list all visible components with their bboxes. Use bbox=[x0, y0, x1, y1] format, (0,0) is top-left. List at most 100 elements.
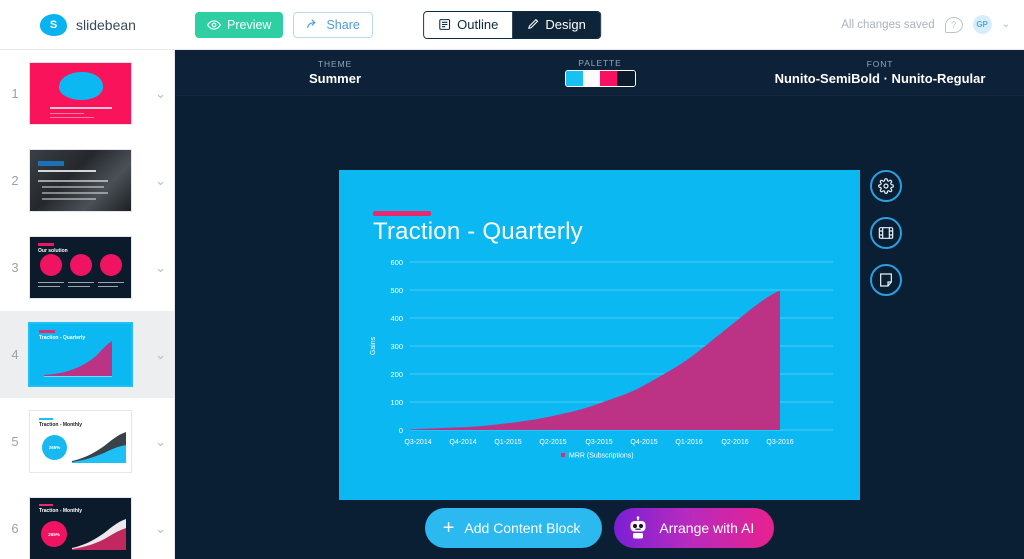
gear-icon bbox=[878, 178, 894, 194]
slide-thumbnail[interactable]: Traction - Monthly 265% bbox=[30, 411, 131, 472]
palette-swatch-4[interactable] bbox=[617, 71, 635, 86]
feature-circle-icon bbox=[70, 254, 92, 276]
slide-settings-button[interactable] bbox=[870, 170, 902, 202]
thumb-chart bbox=[72, 432, 126, 463]
save-status: All changes saved bbox=[841, 18, 935, 31]
preview-label: Preview bbox=[227, 17, 272, 32]
palette-swatch-1[interactable] bbox=[565, 71, 583, 86]
slidebean-logo-icon: S bbox=[40, 13, 67, 36]
svg-text:300: 300 bbox=[390, 342, 403, 351]
svg-text:Q4-2015: Q4-2015 bbox=[630, 439, 657, 446]
slide-list-item-1[interactable]: 1 ⌄ bbox=[0, 50, 174, 137]
slide-list-item-2[interactable]: 2 ⌄ bbox=[0, 137, 174, 224]
arrange-with-ai-button[interactable]: Arrange with AI bbox=[614, 508, 775, 548]
film-icon bbox=[878, 227, 894, 239]
svg-text:400: 400 bbox=[390, 314, 403, 323]
chart-y-axis-title: Gains bbox=[370, 336, 377, 355]
help-icon[interactable]: ? bbox=[944, 16, 963, 33]
theme-selector[interactable]: THEME Summer bbox=[275, 59, 395, 86]
metric-value: 265% bbox=[48, 445, 61, 450]
svg-text:Q3-2015: Q3-2015 bbox=[585, 439, 612, 446]
svg-text:Q3-2014: Q3-2014 bbox=[404, 439, 431, 446]
slide-thumbnail[interactable] bbox=[30, 150, 131, 211]
slide-media-button[interactable] bbox=[870, 217, 902, 249]
slide-list-item-5[interactable]: 5 Traction - Monthly 265% ⌄ bbox=[0, 398, 174, 485]
metric-donut: 265% bbox=[41, 521, 67, 547]
accent-bar bbox=[39, 504, 53, 506]
slide-thumbnail[interactable]: Traction - Quarterly bbox=[30, 324, 131, 385]
tab-outline[interactable]: Outline bbox=[424, 11, 513, 38]
share-button[interactable]: Share bbox=[293, 11, 373, 38]
svg-text:Q4-2014: Q4-2014 bbox=[449, 439, 476, 446]
mode-switch: Outline Design bbox=[423, 10, 601, 39]
slide-number: 6 bbox=[11, 521, 19, 536]
slide-thumbnail[interactable]: Our solution bbox=[30, 237, 131, 298]
slide-tools bbox=[870, 170, 902, 296]
thumb-chart bbox=[72, 519, 126, 550]
slide-number: 1 bbox=[11, 86, 19, 101]
slide-list-item-6[interactable]: 6 Traction - Monthly 265% ⌄ bbox=[0, 485, 174, 559]
preview-button[interactable]: Preview bbox=[195, 11, 284, 38]
brand-name: slidebean bbox=[76, 16, 136, 33]
slide-menu-chevron-icon[interactable]: ⌄ bbox=[155, 347, 166, 363]
slide-menu-chevron-icon[interactable]: ⌄ bbox=[155, 173, 166, 189]
slide-number: 3 bbox=[11, 260, 19, 275]
svg-text:Q3-2016: Q3-2016 bbox=[766, 439, 793, 446]
palette-swatch-2[interactable] bbox=[582, 71, 600, 86]
tab-design[interactable]: Design bbox=[512, 11, 600, 38]
slide-list-item-3[interactable]: 3 Our solution ⌄ bbox=[0, 224, 174, 311]
slide-list-sidebar[interactable]: 1 ⌄ 2 ⌄ 3 Our solution ⌄ 4 Traction - Qu… bbox=[0, 50, 175, 559]
logo-blob-icon bbox=[59, 72, 103, 100]
accent-bar bbox=[38, 243, 54, 246]
slide-menu-chevron-icon[interactable]: ⌄ bbox=[155, 86, 166, 102]
traction-area-chart[interactable]: 600 500 400 300 200 100 0 Gains Q3-2014 … bbox=[355, 254, 847, 464]
chart-svg: 600 500 400 300 200 100 0 Gains Q3-2014 … bbox=[370, 258, 833, 460]
slide-list-item-4[interactable]: 4 Traction - Quarterly ⌄ bbox=[0, 311, 174, 398]
slide-menu-chevron-icon[interactable]: ⌄ bbox=[155, 260, 166, 276]
svg-text:0: 0 bbox=[399, 426, 403, 435]
font-value: Nunito-SemiBold · Nunito-Regular bbox=[774, 71, 986, 86]
avatar[interactable]: GP bbox=[972, 15, 992, 34]
top-bar: S slidebean Preview Share Outline Design bbox=[0, 0, 1024, 50]
metric-donut: 265% bbox=[42, 435, 67, 460]
svg-text:600: 600 bbox=[390, 258, 403, 267]
svg-text:100: 100 bbox=[390, 398, 403, 407]
slide-thumbnail[interactable]: Traction - Monthly 265% bbox=[30, 498, 131, 559]
slide-menu-chevron-icon[interactable]: ⌄ bbox=[155, 521, 166, 537]
svg-text:200: 200 bbox=[390, 370, 403, 379]
palette-swatch-3[interactable] bbox=[600, 71, 618, 86]
chart-legend-label: MRR (Subscriptions) bbox=[569, 453, 634, 460]
style-ribbon: THEME Summer PALETTE FONT Nunito-SemiBol… bbox=[175, 50, 1024, 96]
tab-design-label: Design bbox=[545, 17, 586, 32]
slide-thumbnail[interactable] bbox=[30, 63, 131, 124]
svg-text:Q1-2015: Q1-2015 bbox=[494, 439, 521, 446]
feature-circle-icon bbox=[40, 254, 62, 276]
brand[interactable]: S slidebean bbox=[0, 13, 175, 36]
slide-number: 2 bbox=[11, 173, 19, 188]
slide-title[interactable]: Traction - Quarterly bbox=[373, 218, 583, 246]
palette-swatches[interactable] bbox=[564, 70, 636, 87]
thumb-title: Our solution bbox=[38, 248, 68, 254]
font-selector[interactable]: FONT Nunito-SemiBold · Nunito-Regular bbox=[750, 59, 1010, 86]
slide-menu-chevron-icon[interactable]: ⌄ bbox=[155, 434, 166, 450]
thumb-chart bbox=[44, 341, 112, 376]
slide-notes-button[interactable] bbox=[870, 264, 902, 296]
chevron-down-icon[interactable]: ⌄ bbox=[1002, 19, 1010, 30]
note-icon bbox=[880, 273, 892, 287]
theme-value: Summer bbox=[308, 71, 362, 86]
slide-number: 5 bbox=[11, 434, 19, 449]
plus-icon: + bbox=[442, 517, 455, 539]
slide-canvas[interactable]: Traction - Quarterly 600 500 400 300 200… bbox=[339, 170, 860, 500]
outline-list-icon bbox=[439, 19, 451, 30]
robot-icon bbox=[630, 516, 646, 539]
chart-legend: MRR (Subscriptions) bbox=[561, 453, 634, 460]
chart-x-ticklabels: Q3-2014 Q4-2014 Q1-2015 Q2-2015 Q3-2015 … bbox=[404, 439, 793, 446]
bottom-actions: + Add Content Block Arrange with AI bbox=[175, 508, 1024, 548]
svg-text:500: 500 bbox=[390, 286, 403, 295]
thumb-title: Traction - Monthly bbox=[39, 422, 83, 428]
svg-text:Q2-2015: Q2-2015 bbox=[539, 439, 566, 446]
svg-text:Q2-2016: Q2-2016 bbox=[721, 439, 748, 446]
palette-selector[interactable]: PALETTE bbox=[540, 58, 660, 87]
tab-outline-label: Outline bbox=[457, 17, 499, 32]
add-content-block-button[interactable]: + Add Content Block bbox=[424, 508, 603, 548]
